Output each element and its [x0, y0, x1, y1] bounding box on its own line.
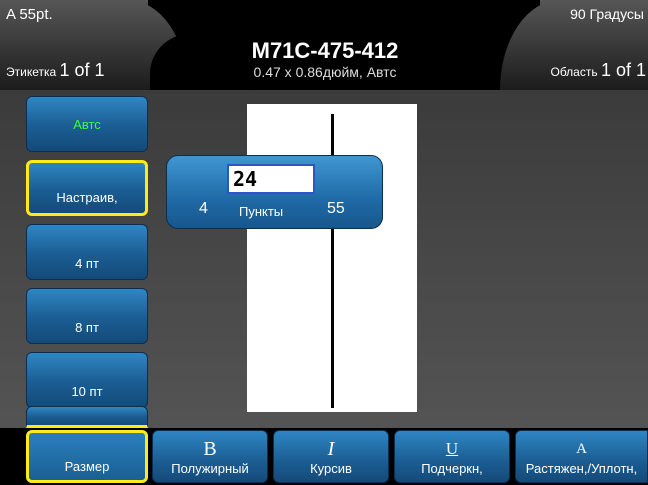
size-option-custom[interactable]: Настраив,	[26, 160, 148, 216]
rotation-readout: 90 Градусы	[570, 6, 644, 22]
format-toolbar: Размер B Полужирный I Курсив U Подчеркн,…	[0, 428, 648, 485]
label-counter-value: 1 of 1	[59, 60, 105, 80]
label-dimensions: 0.47 x 0.86дюйм, Автс	[253, 64, 397, 80]
width-button-label: Растяжен,/Уплотн,	[525, 461, 638, 476]
italic-button[interactable]: I Курсив	[273, 430, 389, 483]
size-option-8pt[interactable]: 8 пт	[26, 288, 148, 344]
underline-button-label: Подчеркн,	[421, 461, 483, 476]
point-size-input[interactable]: 24	[227, 164, 315, 194]
area-counter: Область 1 of 1	[551, 60, 646, 81]
underline-icon: U	[445, 439, 459, 458]
area-counter-value: 1 of 1	[600, 60, 646, 80]
part-number: M71C-475-412	[251, 38, 399, 63]
width-button[interactable]: A Растяжен,/Уплотн,	[515, 430, 648, 483]
bold-button-label: Полужирный	[171, 461, 249, 476]
italic-icon: I	[327, 438, 335, 460]
size-option-10pt[interactable]: 10 пт	[26, 352, 148, 408]
label-counter: Этикетка 1 of 1	[6, 60, 105, 81]
underline-button[interactable]: U Подчеркн,	[394, 430, 510, 483]
status-header: A 55pt. Этикетка 1 of 1 90 Градусы Облас…	[0, 0, 648, 90]
italic-button-label: Курсив	[310, 461, 352, 476]
size-option-4pt[interactable]: 4 пт	[26, 224, 148, 280]
bold-button[interactable]: B Полужирный	[152, 430, 268, 483]
font-size-readout: A 55pt.	[6, 6, 53, 23]
editor-workspace: Автс Настраив, 4 пт 8 пт 10 пт	[0, 90, 648, 428]
stretch-compress-icon: A	[576, 441, 587, 457]
size-button-label: Размер	[64, 459, 110, 474]
point-size-unit: Пункты	[239, 204, 284, 219]
label-preview[interactable]	[247, 104, 417, 412]
point-size-max: 55	[327, 200, 345, 217]
point-size-min: 4	[199, 200, 208, 217]
label-counter-text: Этикетка	[6, 65, 57, 79]
size-option-auto[interactable]: Автс	[26, 96, 148, 152]
area-counter-text: Область	[550, 65, 598, 79]
custom-size-popup: 24 4 Пункты 55	[166, 155, 383, 229]
size-option-scroll-next[interactable]	[26, 406, 148, 428]
bold-icon: B	[203, 438, 217, 460]
size-button[interactable]: Размер	[26, 430, 148, 483]
